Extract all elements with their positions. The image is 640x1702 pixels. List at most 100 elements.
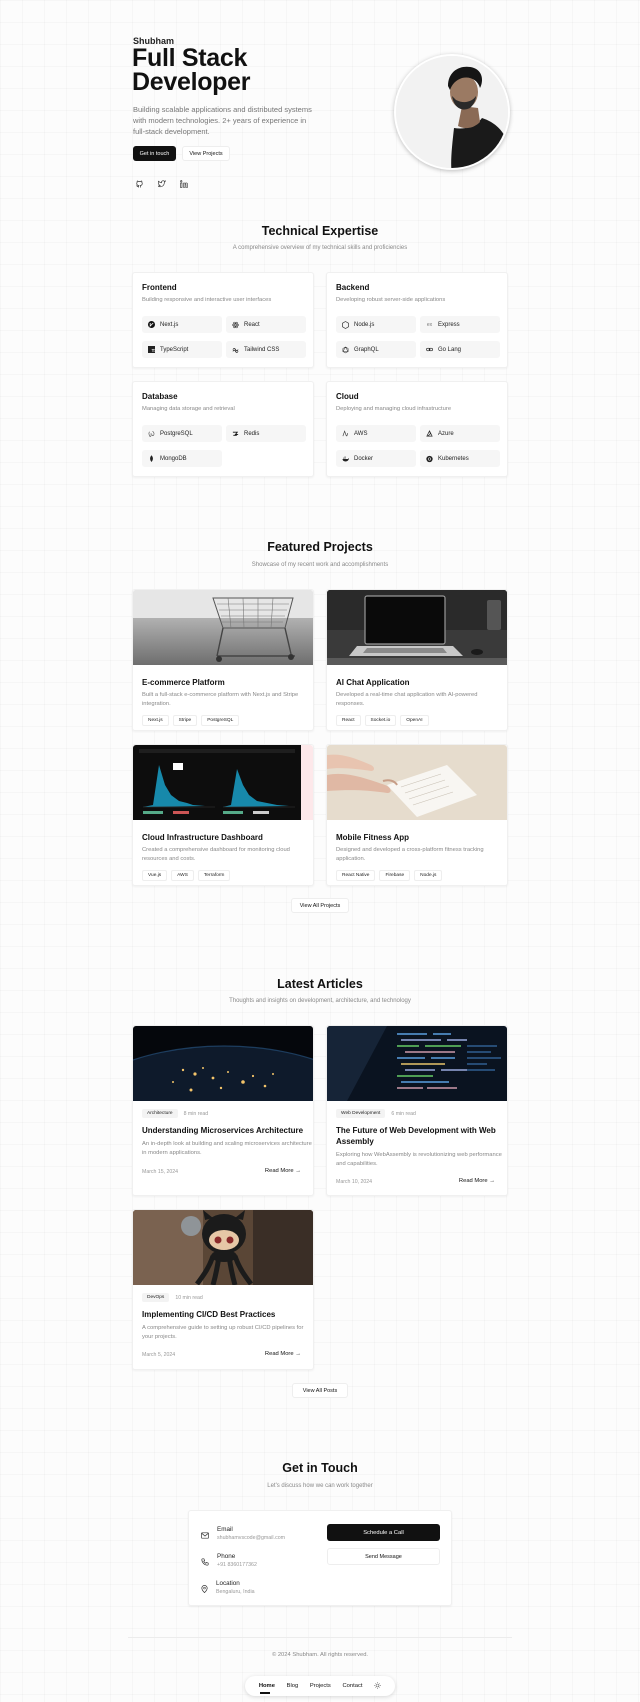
skill-chip-label: AWS: [354, 430, 368, 437]
svg-text:TS: TS: [152, 348, 155, 353]
project-image-dashboard: [133, 745, 313, 820]
footer-divider: [128, 1637, 512, 1638]
skill-card-desc: Managing data storage and retrieval: [142, 406, 235, 412]
nav-item-home[interactable]: Home: [259, 1683, 275, 1689]
contact-location: Location Bengaluru, India: [201, 1580, 255, 1598]
article-category: Web Development: [336, 1109, 386, 1118]
skill-chip: Docker: [336, 450, 416, 467]
project-tags: React Socket.io OpenAI: [336, 715, 429, 726]
aws-icon: [342, 430, 349, 437]
project-card[interactable]: AI Chat Application Developed a real-tim…: [326, 589, 508, 731]
project-desc: Created a comprehensive dashboard for mo…: [142, 847, 290, 862]
twitter-icon[interactable]: [157, 179, 167, 189]
github-icon[interactable]: [135, 179, 145, 189]
nextjs-icon: [148, 321, 155, 328]
footer-copyright: © 2024 Shubham. All rights reserved.: [271, 1652, 369, 1658]
article-date: March 15, 2024: [142, 1169, 179, 1175]
schedule-call-button[interactable]: Schedule a Call: [327, 1524, 440, 1541]
skills-subtitle: A comprehensive overview of my technical…: [232, 245, 408, 251]
skill-card-cloud: Cloud Deploying and managing cloud infra…: [326, 381, 508, 477]
tailwind-icon: [232, 346, 239, 353]
linkedin-icon[interactable]: [179, 179, 189, 189]
article-meta: Web Development 6 min read: [336, 1109, 416, 1118]
article-desc: An in-depth look at building and scaling…: [142, 1141, 312, 1156]
skill-chip: Node.js: [336, 316, 416, 333]
nodejs-icon: [342, 320, 349, 329]
skill-chip-label: PostgreSQL: [160, 430, 193, 437]
project-card[interactable]: E-commerce Platform Built a full-stack e…: [132, 589, 314, 731]
graphql-icon: [342, 346, 349, 353]
skill-chip: Go Lang: [420, 341, 500, 358]
project-card[interactable]: Mobile Fitness App Designed and develope…: [326, 744, 508, 886]
project-tags: Next.js Stripe PostgreSQL: [142, 715, 240, 726]
mongodb-icon: [148, 454, 155, 462]
send-message-button[interactable]: Send Message: [327, 1548, 440, 1565]
nav-item-projects[interactable]: Projects: [310, 1683, 331, 1689]
article-date: March 5, 2024: [142, 1352, 176, 1358]
kubernetes-icon: [426, 455, 433, 462]
nav-item-contact[interactable]: Contact: [342, 1683, 362, 1689]
profile-photo: [394, 54, 510, 170]
phone-icon: [201, 1553, 209, 1571]
skill-chip-label: MongoDB: [160, 455, 187, 462]
azure-icon: [426, 430, 433, 437]
contact-label: Location: [216, 1580, 240, 1587]
project-card[interactable]: Cloud Infrastructure Dashboard Created a…: [132, 744, 314, 886]
project-image-laptop: [327, 590, 507, 665]
view-all-posts-button[interactable]: View All Posts: [292, 1383, 348, 1398]
react-icon: [232, 321, 239, 328]
project-tag: Firebase: [379, 870, 411, 881]
typescript-icon: TS: [148, 346, 155, 353]
theme-toggle-icon[interactable]: [374, 1681, 382, 1691]
skill-chip: TS TypeScript: [142, 341, 222, 358]
skill-chip: Kubernetes: [420, 450, 500, 467]
project-tag: Vue.js: [142, 870, 168, 881]
article-date: March 10, 2024: [336, 1179, 373, 1185]
contact-title: Get in Touch: [282, 1461, 358, 1475]
view-projects-button[interactable]: View Projects: [182, 146, 230, 161]
skill-chip: GraphQL: [336, 341, 416, 358]
contact-card: Email shubhamvscode@gmail.com Phone +91 …: [188, 1510, 452, 1606]
article-read-time: 6 min read: [391, 1110, 416, 1117]
phone-value[interactable]: +91 8360177362: [217, 1562, 257, 1568]
article-card[interactable]: Web Development 6 min read The Future of…: [326, 1025, 508, 1196]
article-category: DevOps: [142, 1293, 170, 1302]
skill-chip-label: GraphQL: [354, 346, 379, 353]
article-card[interactable]: Architecture 8 min read Understanding Mi…: [132, 1025, 314, 1196]
skill-chip: MongoDB: [142, 450, 222, 467]
postgresql-icon: [148, 430, 155, 437]
article-card[interactable]: DevOps 10 min read Implementing CI/CD Be…: [132, 1209, 314, 1370]
skill-card-desc: Deploying and managing cloud infrastruct…: [336, 406, 452, 412]
project-image-shopping-cart: [133, 590, 313, 665]
view-all-projects-button[interactable]: View All Projects: [291, 898, 349, 913]
read-more-link[interactable]: Read More →: [265, 1168, 301, 1174]
skill-chip: Azure: [420, 425, 500, 442]
contact-label: Phone: [217, 1553, 236, 1560]
skill-chip: Next.js: [142, 316, 222, 333]
project-tag: Socket.io: [364, 715, 397, 726]
docker-icon: [342, 455, 349, 462]
article-image-earth-night: [133, 1026, 313, 1101]
project-desc: Designed and developed a cross-platform …: [336, 847, 484, 862]
contact-subtitle: Let's discuss how we can work together: [267, 1483, 373, 1489]
articles-subtitle: Thoughts and insights on development, ar…: [229, 998, 411, 1004]
get-in-touch-button[interactable]: Get in touch: [133, 146, 176, 161]
skill-card-desc: Developing robust server-side applicatio…: [336, 297, 446, 303]
skill-chip: Tailwind CSS: [226, 341, 306, 358]
golang-icon: [426, 346, 433, 353]
project-tag: Stripe: [172, 715, 198, 726]
project-tag: PostgreSQL: [201, 715, 240, 726]
location-value: Bengaluru, India: [216, 1589, 255, 1595]
hero-title-line2: Developer: [132, 68, 251, 96]
express-icon: ex: [426, 321, 433, 328]
articles-title: Latest Articles: [277, 977, 363, 991]
skills-title: Technical Expertise: [261, 224, 379, 238]
read-more-link[interactable]: Read More →: [265, 1351, 301, 1357]
project-title: Cloud Infrastructure Dashboard: [142, 833, 263, 842]
mail-icon: [201, 1526, 209, 1544]
project-tag: Node.js: [414, 870, 443, 881]
email-value[interactable]: shubhamvscode@gmail.com: [217, 1535, 285, 1541]
project-image-hands-paper: [327, 745, 507, 820]
nav-item-blog[interactable]: Blog: [287, 1683, 299, 1689]
read-more-link[interactable]: Read More →: [459, 1178, 495, 1184]
